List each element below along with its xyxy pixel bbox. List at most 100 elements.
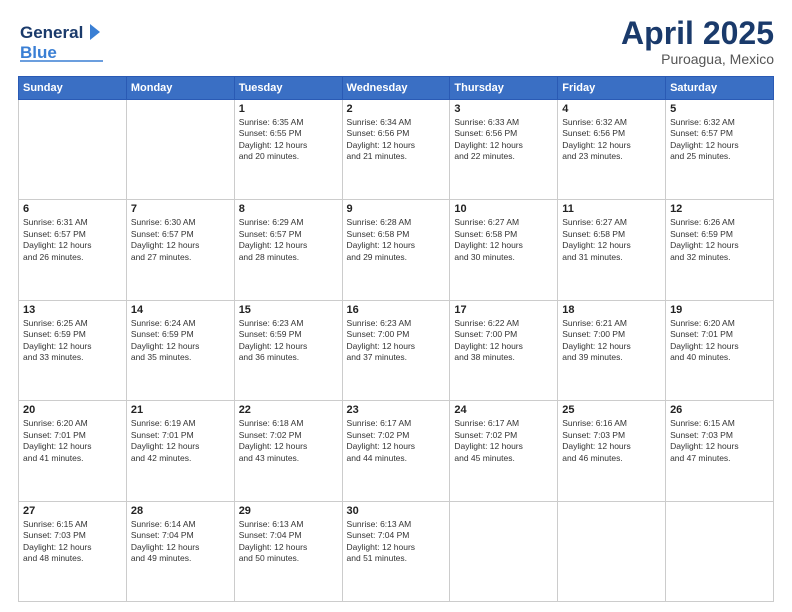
day-number: 5: [670, 103, 769, 115]
calendar-table: Sunday Monday Tuesday Wednesday Thursday…: [18, 76, 774, 602]
table-row: 4Sunrise: 6:32 AMSunset: 6:56 PMDaylight…: [558, 100, 666, 200]
table-row: 17Sunrise: 6:22 AMSunset: 7:00 PMDayligh…: [450, 300, 558, 400]
day-detail: Sunrise: 6:23 AMSunset: 6:59 PMDaylight:…: [239, 318, 338, 364]
table-row: 26 Sunrise: 6:15 AMSunset: 7:03 PMDayligh…: [666, 401, 774, 501]
day-number: 3: [454, 103, 553, 115]
header-sunday: Sunday: [19, 77, 127, 100]
table-row: 22 Sunrise: 6:18 AMSunset: 7:02 PMDayligh…: [234, 401, 342, 501]
day-number: 22: [239, 404, 338, 416]
day-detail: Sunrise: 6:15 AMSunset: 7:03 PMDaylight:…: [670, 418, 769, 464]
day-number: 14: [131, 304, 230, 316]
day-number: 23: [347, 404, 446, 416]
day-detail: Sunrise: 6:17 AMSunset: 7:02 PMDaylight:…: [347, 418, 446, 464]
header-thursday: Thursday: [450, 77, 558, 100]
day-number: 6: [23, 203, 122, 215]
page-subtitle: Puroagua, Mexico: [621, 51, 774, 67]
table-row: 23 Sunrise: 6:17 AMSunset: 7:02 PMDayligh…: [342, 401, 450, 501]
svg-text:Blue: Blue: [20, 43, 57, 62]
day-detail: Sunrise: 6:20 AMSunset: 7:01 PMDaylight:…: [670, 318, 769, 364]
day-detail: Sunrise: 6:33 AMSunset: 6:56 PMDaylight:…: [454, 117, 553, 163]
day-number: 25: [562, 404, 661, 416]
day-number: 16: [347, 304, 446, 316]
day-number: 20: [23, 404, 122, 416]
calendar-week-row: 20 Sunrise: 6:20 AMSunset: 7:01 PMDayligh…: [19, 401, 774, 501]
header-friday: Friday: [558, 77, 666, 100]
day-number: 18: [562, 304, 661, 316]
table-row: [450, 501, 558, 601]
day-detail: Sunrise: 6:26 AMSunset: 6:59 PMDaylight:…: [670, 217, 769, 263]
table-row: 1Sunrise: 6:35 AMSunset: 6:55 PMDaylight…: [234, 100, 342, 200]
day-number: 4: [562, 103, 661, 115]
calendar-week-row: 1Sunrise: 6:35 AMSunset: 6:55 PMDaylight…: [19, 100, 774, 200]
day-detail: Sunrise: 6:15 AMSunset: 7:03 PMDaylight:…: [23, 519, 122, 565]
day-number: 7: [131, 203, 230, 215]
table-row: 19Sunrise: 6:20 AMSunset: 7:01 PMDayligh…: [666, 300, 774, 400]
table-row: 3 Sunrise: 6:33 AMSunset: 6:56 PMDaylight…: [450, 100, 558, 200]
day-number: 13: [23, 304, 122, 316]
day-detail: Sunrise: 6:16 AMSunset: 7:03 PMDaylight:…: [562, 418, 661, 464]
table-row: 21 Sunrise: 6:19 AMSunset: 7:01 PMDayligh…: [126, 401, 234, 501]
table-row: 10 Sunrise: 6:27 AMSunset: 6:58 PMDayligh…: [450, 200, 558, 300]
table-row: 28 Sunrise: 6:14 AMSunset: 7:04 PMDayligh…: [126, 501, 234, 601]
day-detail: Sunrise: 6:28 AMSunset: 6:58 PMDaylight:…: [347, 217, 446, 263]
table-row: 7 Sunrise: 6:30 AMSunset: 6:57 PMDaylight…: [126, 200, 234, 300]
day-detail: Sunrise: 6:31 AMSunset: 6:57 PMDaylight:…: [23, 217, 122, 263]
day-detail: Sunrise: 6:24 AMSunset: 6:59 PMDaylight:…: [131, 318, 230, 364]
day-number: 30: [347, 505, 446, 517]
day-number: 28: [131, 505, 230, 517]
day-detail: Sunrise: 6:35 AMSunset: 6:55 PMDaylight:…: [239, 117, 338, 163]
day-detail: Sunrise: 6:17 AMSunset: 7:02 PMDaylight:…: [454, 418, 553, 464]
table-row: 24 Sunrise: 6:17 AMSunset: 7:02 PMDayligh…: [450, 401, 558, 501]
day-number: 24: [454, 404, 553, 416]
table-row: 15Sunrise: 6:23 AMSunset: 6:59 PMDayligh…: [234, 300, 342, 400]
day-detail: Sunrise: 6:14 AMSunset: 7:04 PMDaylight:…: [131, 519, 230, 565]
table-row: 12 Sunrise: 6:26 AMSunset: 6:59 PMDayligh…: [666, 200, 774, 300]
day-number: 29: [239, 505, 338, 517]
header-tuesday: Tuesday: [234, 77, 342, 100]
table-row: [558, 501, 666, 601]
day-detail: Sunrise: 6:13 AMSunset: 7:04 PMDaylight:…: [239, 519, 338, 565]
day-number: 10: [454, 203, 553, 215]
calendar-week-row: 27Sunrise: 6:15 AMSunset: 7:03 PMDayligh…: [19, 501, 774, 601]
day-detail: Sunrise: 6:21 AMSunset: 7:00 PMDaylight:…: [562, 318, 661, 364]
day-detail: Sunrise: 6:32 AMSunset: 6:57 PMDaylight:…: [670, 117, 769, 163]
table-row: 29 Sunrise: 6:13 AMSunset: 7:04 PMDayligh…: [234, 501, 342, 601]
table-row: 9 Sunrise: 6:28 AMSunset: 6:58 PMDaylight…: [342, 200, 450, 300]
table-row: 14 Sunrise: 6:24 AMSunset: 6:59 PMDayligh…: [126, 300, 234, 400]
day-detail: Sunrise: 6:27 AMSunset: 6:58 PMDaylight:…: [562, 217, 661, 263]
day-detail: Sunrise: 6:23 AMSunset: 7:00 PMDaylight:…: [347, 318, 446, 364]
table-row: 18 Sunrise: 6:21 AMSunset: 7:00 PMDayligh…: [558, 300, 666, 400]
day-number: 11: [562, 203, 661, 215]
table-row: [666, 501, 774, 601]
day-detail: Sunrise: 6:27 AMSunset: 6:58 PMDaylight:…: [454, 217, 553, 263]
day-detail: Sunrise: 6:20 AMSunset: 7:01 PMDaylight:…: [23, 418, 122, 464]
table-row: 11 Sunrise: 6:27 AMSunset: 6:58 PMDayligh…: [558, 200, 666, 300]
day-number: 9: [347, 203, 446, 215]
table-row: 2 Sunrise: 6:34 AMSunset: 6:56 PMDaylight…: [342, 100, 450, 200]
day-number: 2: [347, 103, 446, 115]
svg-text:General: General: [20, 23, 83, 42]
day-detail: Sunrise: 6:25 AMSunset: 6:59 PMDaylight:…: [23, 318, 122, 364]
table-row: 25 Sunrise: 6:16 AMSunset: 7:03 PMDayligh…: [558, 401, 666, 501]
table-row: 5 Sunrise: 6:32 AMSunset: 6:57 PMDaylight…: [666, 100, 774, 200]
day-detail: Sunrise: 6:34 AMSunset: 6:56 PMDaylight:…: [347, 117, 446, 163]
header: General Blue April 2025 Puroagua, Mexico: [18, 16, 774, 68]
day-detail: Sunrise: 6:19 AMSunset: 7:01 PMDaylight:…: [131, 418, 230, 464]
table-row: 13 Sunrise: 6:25 AMSunset: 6:59 PMDayligh…: [19, 300, 127, 400]
day-detail: Sunrise: 6:18 AMSunset: 7:02 PMDaylight:…: [239, 418, 338, 464]
table-row: 16 Sunrise: 6:23 AMSunset: 7:00 PMDayligh…: [342, 300, 450, 400]
page: General Blue April 2025 Puroagua, Mexico…: [0, 0, 792, 612]
table-row: [126, 100, 234, 200]
calendar-header-row: Sunday Monday Tuesday Wednesday Thursday…: [19, 77, 774, 100]
logo: General Blue: [18, 16, 113, 68]
page-title: April 2025: [621, 16, 774, 51]
calendar-week-row: 6 Sunrise: 6:31 AMSunset: 6:57 PMDaylight…: [19, 200, 774, 300]
table-row: 6 Sunrise: 6:31 AMSunset: 6:57 PMDaylight…: [19, 200, 127, 300]
day-number: 12: [670, 203, 769, 215]
day-number: 26: [670, 404, 769, 416]
day-detail: Sunrise: 6:30 AMSunset: 6:57 PMDaylight:…: [131, 217, 230, 263]
day-number: 21: [131, 404, 230, 416]
table-row: 8Sunrise: 6:29 AMSunset: 6:57 PMDaylight…: [234, 200, 342, 300]
title-block: April 2025 Puroagua, Mexico: [621, 16, 774, 67]
day-detail: Sunrise: 6:22 AMSunset: 7:00 PMDaylight:…: [454, 318, 553, 364]
